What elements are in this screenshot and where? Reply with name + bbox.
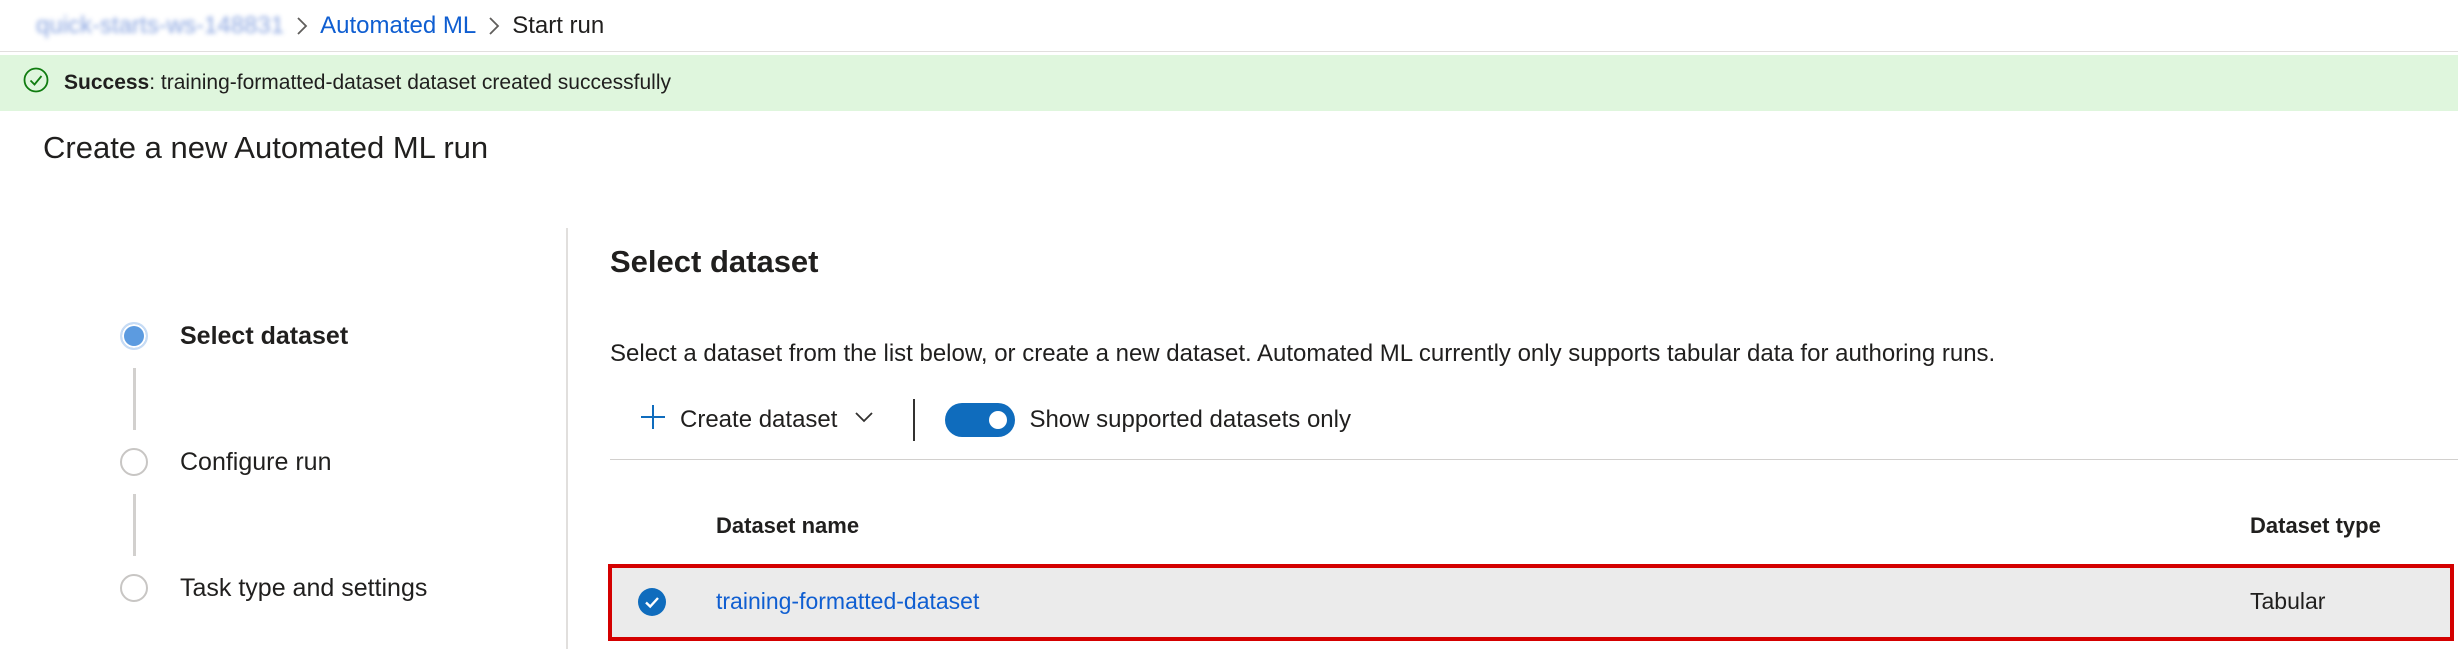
supported-datasets-toggle[interactable] — [945, 403, 1016, 437]
step-connector — [133, 368, 136, 430]
breadcrumb: quick-starts-ws-148831 Automated ML Star… — [0, 0, 2458, 52]
check-circle-icon — [22, 66, 64, 100]
success-text: : training-formatted-dataset dataset cre… — [149, 71, 671, 94]
dataset-name-link[interactable]: training-formatted-dataset — [716, 588, 979, 615]
toggle-label: Show supported datasets only — [1029, 406, 1351, 433]
chevron-right-icon — [284, 16, 320, 36]
page-title: Create a new Automated ML run — [43, 130, 489, 165]
create-dataset-label: Create dataset — [680, 406, 838, 433]
table-header: Dataset name Dataset type — [610, 505, 2458, 549]
section-title: Select dataset — [610, 244, 819, 279]
breadcrumb-workspace-link[interactable]: quick-starts-ws-148831 — [36, 12, 284, 40]
plus-icon — [638, 402, 680, 439]
breadcrumb-current: Start run — [512, 11, 605, 39]
step-label: Select dataset — [180, 321, 349, 350]
dataset-toolbar: Create dataset Show supported datasets o… — [610, 394, 1351, 446]
step-label: Configure run — [180, 447, 332, 476]
toolbar-divider — [913, 399, 916, 441]
sidebar-divider — [566, 228, 568, 649]
success-message-bar: Success : training-formatted-dataset dat… — [0, 55, 2458, 111]
section-description: Select a dataset from the list below, or… — [610, 340, 1996, 367]
step-label: Task type and settings — [180, 573, 428, 602]
step-configure-run[interactable]: Configure run — [120, 442, 331, 482]
toggle-knob — [989, 411, 1008, 429]
table-row[interactable]: training-formatted-dataset Tabular — [608, 564, 2454, 641]
step-indicator — [120, 574, 148, 602]
success-title: Success — [64, 71, 150, 94]
step-connector — [133, 494, 136, 556]
step-indicator — [120, 448, 148, 476]
column-header-dataset-name[interactable]: Dataset name — [716, 513, 859, 539]
dataset-type-cell: Tabular — [2250, 588, 2326, 614]
step-task-type[interactable]: Task type and settings — [120, 568, 427, 608]
step-active-indicator — [120, 322, 148, 350]
column-header-dataset-type[interactable]: Dataset type — [2250, 513, 2381, 539]
toolbar-divider-line — [610, 459, 2458, 460]
create-dataset-button[interactable]: Create dataset — [610, 394, 889, 446]
chevron-right-icon — [476, 16, 512, 36]
breadcrumb-automl-link[interactable]: Automated ML — [320, 12, 476, 40]
chevron-down-icon — [837, 406, 875, 435]
step-select-dataset[interactable]: Select dataset — [120, 316, 348, 356]
